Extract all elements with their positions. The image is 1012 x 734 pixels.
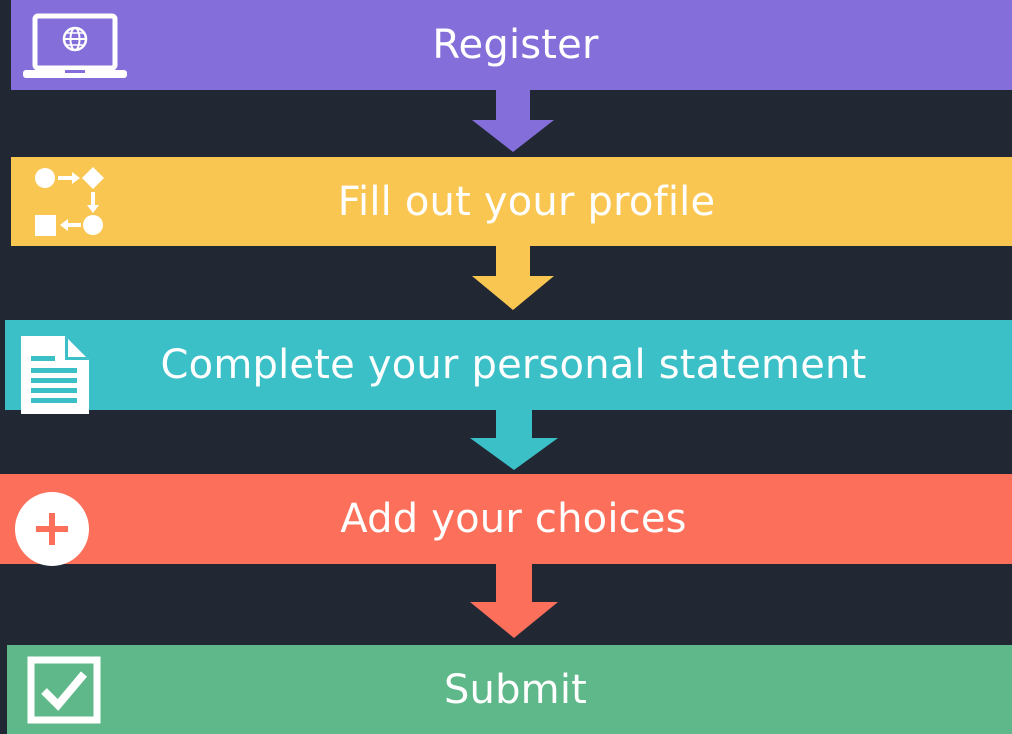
step-submit-label: Submit	[443, 666, 588, 713]
step-personal-statement: Complete your personal statement	[5, 320, 1012, 414]
checkbox-icon	[27, 656, 101, 724]
step-register: Register	[11, 0, 1012, 90]
step-profile: Fill out your profile	[11, 157, 1012, 246]
step-submit: Submit	[7, 645, 1012, 734]
step-profile-label: Fill out your profile	[337, 178, 716, 225]
step-add-choices: Add your choices	[0, 474, 1012, 566]
plus-circle-icon	[15, 492, 89, 566]
step-personal-statement-label: Complete your personal statement	[160, 342, 867, 388]
step-add-choices-label: Add your choices	[340, 496, 687, 542]
workflow-icon	[35, 167, 104, 236]
arrow-down	[472, 246, 554, 310]
arrow-down	[472, 90, 554, 152]
document-icon	[21, 336, 89, 414]
arrow-down	[470, 410, 558, 470]
arrow-down	[470, 564, 558, 638]
laptop-globe-icon	[23, 13, 127, 78]
step-register-label: Register	[432, 22, 599, 68]
